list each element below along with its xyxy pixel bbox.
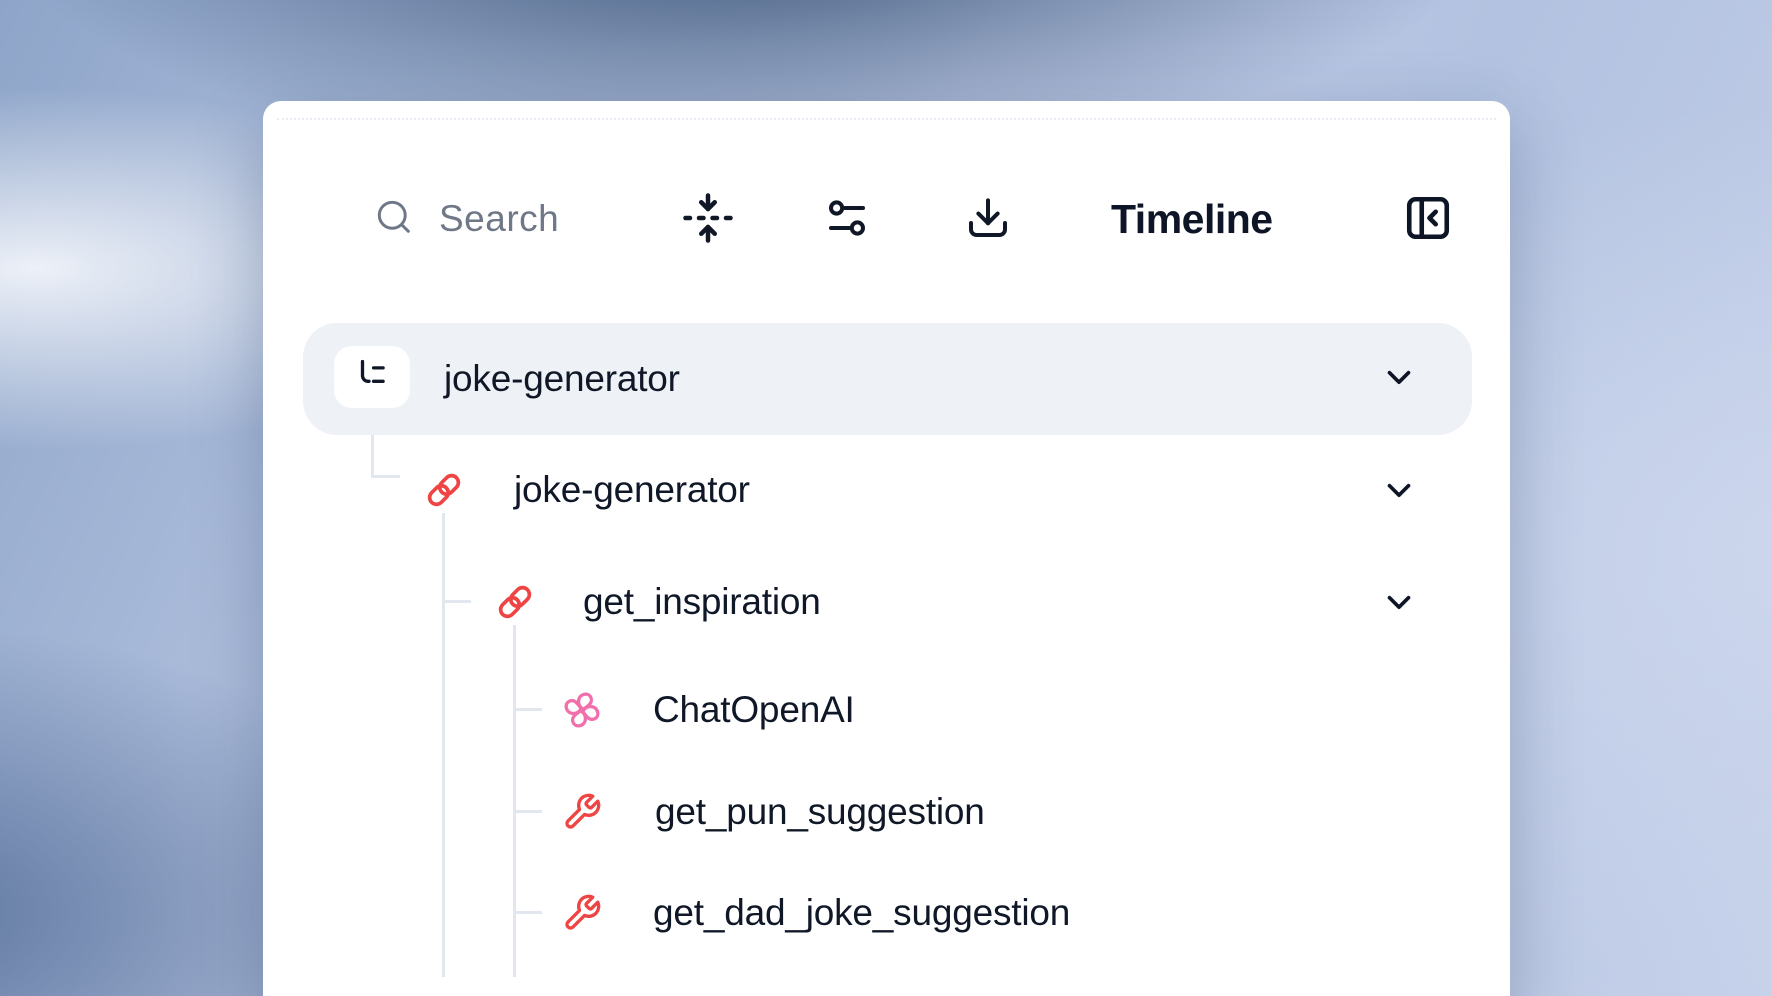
tree-row-joke-generator[interactable] bbox=[303, 434, 1472, 546]
search-input[interactable]: Search bbox=[373, 193, 559, 245]
chain-link-icon bbox=[423, 469, 465, 516]
tree-row-get-inspiration[interactable] bbox=[303, 546, 1472, 658]
tree-structure-icon bbox=[353, 356, 391, 399]
sliders-icon bbox=[823, 194, 871, 245]
tree-row-label: get_inspiration bbox=[583, 546, 821, 658]
tree-row-label: get_dad_joke_suggestion bbox=[653, 857, 1070, 969]
llm-pinwheel-icon bbox=[560, 688, 604, 737]
collapse-panel-button[interactable] bbox=[1403, 194, 1453, 244]
filter-settings-button[interactable] bbox=[823, 195, 871, 243]
trace-tree-panel: Search bbox=[263, 101, 1510, 996]
wrench-icon bbox=[562, 792, 602, 837]
search-icon bbox=[373, 196, 415, 243]
wrench-icon bbox=[562, 893, 602, 938]
tree-row-label: joke-generator bbox=[514, 434, 750, 546]
tree-row-label: joke-generator bbox=[444, 323, 680, 435]
chain-link-icon bbox=[494, 581, 536, 628]
search-placeholder: Search bbox=[439, 198, 559, 240]
timeline-label: Timeline bbox=[1111, 193, 1273, 245]
root-icon-badge bbox=[334, 346, 410, 408]
chevron-down-icon[interactable] bbox=[1380, 583, 1418, 621]
collapse-all-button[interactable] bbox=[681, 192, 735, 246]
chevron-down-icon[interactable] bbox=[1380, 471, 1418, 509]
tree-row-label: ChatOpenAI bbox=[653, 654, 855, 766]
download-icon bbox=[964, 194, 1012, 245]
card-top-divider bbox=[277, 118, 1496, 120]
chevron-down-icon[interactable] bbox=[1380, 358, 1418, 396]
tree-row-chatopenai[interactable] bbox=[303, 654, 1472, 766]
tree-row-label: get_pun_suggestion bbox=[655, 756, 985, 868]
fold-vertical-icon bbox=[681, 191, 735, 248]
panel-left-close-icon bbox=[1403, 193, 1453, 246]
desktop-background: Search bbox=[0, 0, 1772, 996]
download-button[interactable] bbox=[964, 195, 1012, 243]
